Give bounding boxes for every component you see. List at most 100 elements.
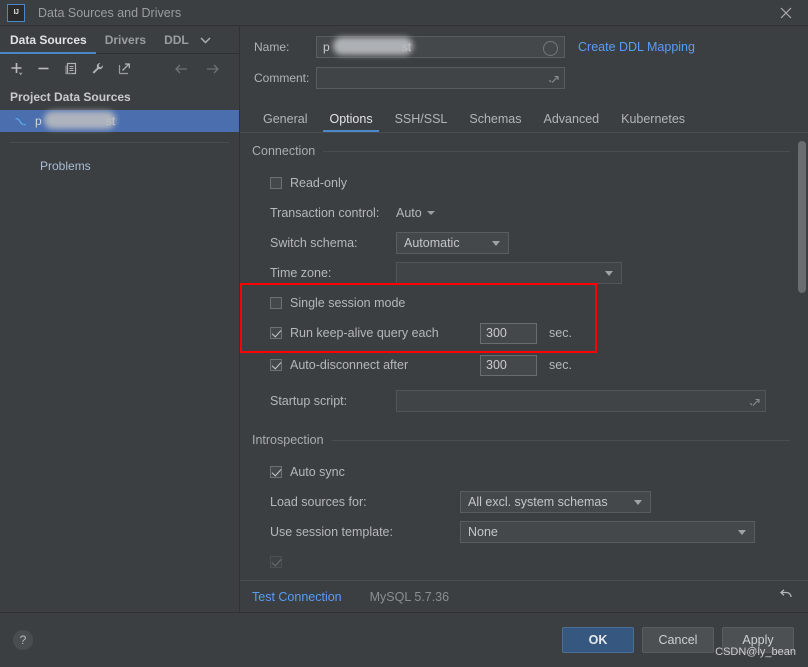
window-title: Data Sources and Drivers (38, 5, 182, 20)
introspection-group-header: Introspection (252, 433, 790, 447)
sidebar-empty-area (0, 173, 239, 612)
expand-icon[interactable] (748, 395, 760, 407)
comment-label: Comment: (254, 71, 310, 85)
chevron-down-icon (426, 211, 435, 215)
sidebar-item-problems[interactable]: Problems (0, 143, 239, 173)
transaction-control-label: Transaction control: (270, 206, 380, 220)
tab-schemas[interactable]: Schemas (458, 105, 532, 132)
load-sources-label: Load sources for: (270, 495, 367, 509)
scrollbar-thumb[interactable] (798, 141, 806, 293)
create-ddl-mapping-link[interactable]: Create DDL Mapping (578, 40, 695, 54)
introspection-group-title: Introspection (252, 433, 324, 447)
tab-label: SSH/SSL (394, 111, 448, 126)
sidebar-tab-label: DDL (164, 32, 189, 47)
tab-options[interactable]: Options (318, 105, 383, 132)
transaction-control-row: Transaction control: Auto (252, 201, 790, 225)
copy-icon[interactable] (62, 60, 79, 77)
sidebar-tab-data-sources[interactable]: Data Sources (0, 26, 96, 54)
session-template-dropdown[interactable]: None (460, 521, 755, 543)
options-scroll-area: Connection Read-only Transaction control… (240, 133, 808, 580)
dialog-body: Data Sources Drivers DDL Project Data So… (0, 26, 808, 612)
group-divider (323, 150, 790, 152)
auto-disconnect-input[interactable]: 300 (480, 354, 537, 376)
options-content: Connection Read-only Transaction control… (240, 133, 808, 574)
auto-sync-row: Auto sync (252, 460, 790, 484)
keep-alive-label: Run keep-alive query each (290, 326, 439, 340)
close-icon[interactable] (777, 4, 794, 21)
cancel-button[interactable]: Cancel (642, 627, 714, 653)
tab-kubernetes[interactable]: Kubernetes (610, 105, 696, 132)
ok-button[interactable]: OK (562, 627, 634, 653)
sidebar-group-title: Project Data Sources (10, 90, 131, 104)
keep-alive-input[interactable]: 300 (480, 322, 537, 344)
sidebar-tab-ddl[interactable]: DDL (155, 26, 198, 53)
sidebar: Data Sources Drivers DDL Project Data So… (0, 26, 240, 612)
auto-sync-checkbox[interactable] (270, 466, 282, 478)
chevron-down-icon[interactable] (198, 26, 218, 53)
sidebar-item-data-source[interactable]: pXXXXXXXXst (0, 110, 239, 132)
expand-icon[interactable] (547, 72, 559, 84)
chevron-down-icon (634, 499, 642, 505)
sidebar-tabs: Data Sources Drivers DDL (0, 26, 239, 54)
transaction-control-dropdown[interactable]: Auto (396, 206, 435, 220)
details-header: Name: pXXXXXXXXXst Create DDL Mapping Co… (240, 26, 808, 98)
connection-group-header: Connection (252, 144, 790, 158)
load-sources-value: All excl. system schemas (468, 495, 608, 509)
tab-label: General (263, 111, 308, 126)
load-sources-row: Load sources for: All excl. system schem… (252, 490, 790, 514)
add-icon[interactable] (8, 60, 25, 77)
clipped-checkbox[interactable] (270, 556, 282, 568)
wrench-icon[interactable] (89, 60, 106, 77)
sidebar-tab-drivers[interactable]: Drivers (96, 26, 155, 53)
session-template-row: Use session template: None (252, 520, 790, 544)
switch-schema-value: Automatic (404, 236, 460, 250)
export-icon[interactable] (116, 60, 133, 77)
database-version-label: MySQL 5.7.36 (369, 589, 450, 604)
button-label: Cancel (658, 633, 698, 647)
single-session-mode-row: Single session mode (252, 291, 790, 315)
sidebar-nav-buttons (173, 60, 231, 77)
switch-schema-dropdown[interactable]: Automatic (396, 232, 509, 254)
footer-buttons: OK Cancel Apply (562, 627, 794, 653)
startup-script-input[interactable] (396, 390, 766, 412)
keep-alive-value: 300 (486, 326, 507, 340)
chevron-down-icon (605, 270, 613, 276)
single-session-mode-checkbox[interactable] (270, 297, 282, 309)
transaction-control-value: Auto (396, 206, 422, 220)
reset-icon[interactable] (778, 587, 794, 607)
tab-general[interactable]: General (252, 105, 318, 132)
switch-schema-row: Switch schema: Automatic (252, 231, 790, 255)
test-connection-link[interactable]: Test Connection (252, 590, 342, 604)
help-icon[interactable]: ? (13, 630, 33, 650)
back-arrow-icon[interactable] (173, 60, 190, 77)
forward-arrow-icon[interactable] (204, 60, 221, 77)
session-template-value: None (468, 525, 498, 539)
tab-label: Kubernetes (621, 111, 686, 126)
vertical-scrollbar[interactable] (798, 135, 806, 580)
comment-input[interactable] (316, 67, 565, 89)
tab-advanced[interactable]: Advanced (533, 105, 611, 132)
auto-sync-label: Auto sync (290, 465, 345, 479)
apply-button[interactable]: Apply (722, 627, 794, 653)
remove-icon[interactable] (35, 60, 52, 77)
read-only-checkbox[interactable] (270, 177, 282, 189)
time-zone-dropdown[interactable] (396, 262, 622, 284)
name-row: Name: pXXXXXXXXXst Create DDL Mapping (254, 36, 794, 58)
redaction-overlay (333, 37, 413, 55)
intellij-logo-icon: IJ (7, 3, 25, 22)
name-input[interactable]: pXXXXXXXXXst (316, 36, 565, 58)
data-sources-dialog: IJ Data Sources and Drivers Data Sources… (0, 0, 808, 667)
redaction-overlay (44, 111, 116, 129)
tab-label: Schemas (469, 111, 522, 126)
read-only-row: Read-only (252, 171, 790, 195)
auto-disconnect-label: Auto-disconnect after (290, 358, 409, 372)
button-label: OK (588, 633, 608, 647)
clipped-option-row (252, 550, 790, 574)
tab-ssh-ssl[interactable]: SSH/SSL (384, 105, 459, 132)
keep-alive-checkbox[interactable] (270, 327, 282, 339)
auto-disconnect-unit: sec. (549, 358, 572, 372)
load-sources-dropdown[interactable]: All excl. system schemas (460, 491, 651, 513)
chevron-down-icon (738, 529, 746, 535)
circle-indicator-icon (543, 41, 558, 56)
auto-disconnect-checkbox[interactable] (270, 359, 282, 371)
